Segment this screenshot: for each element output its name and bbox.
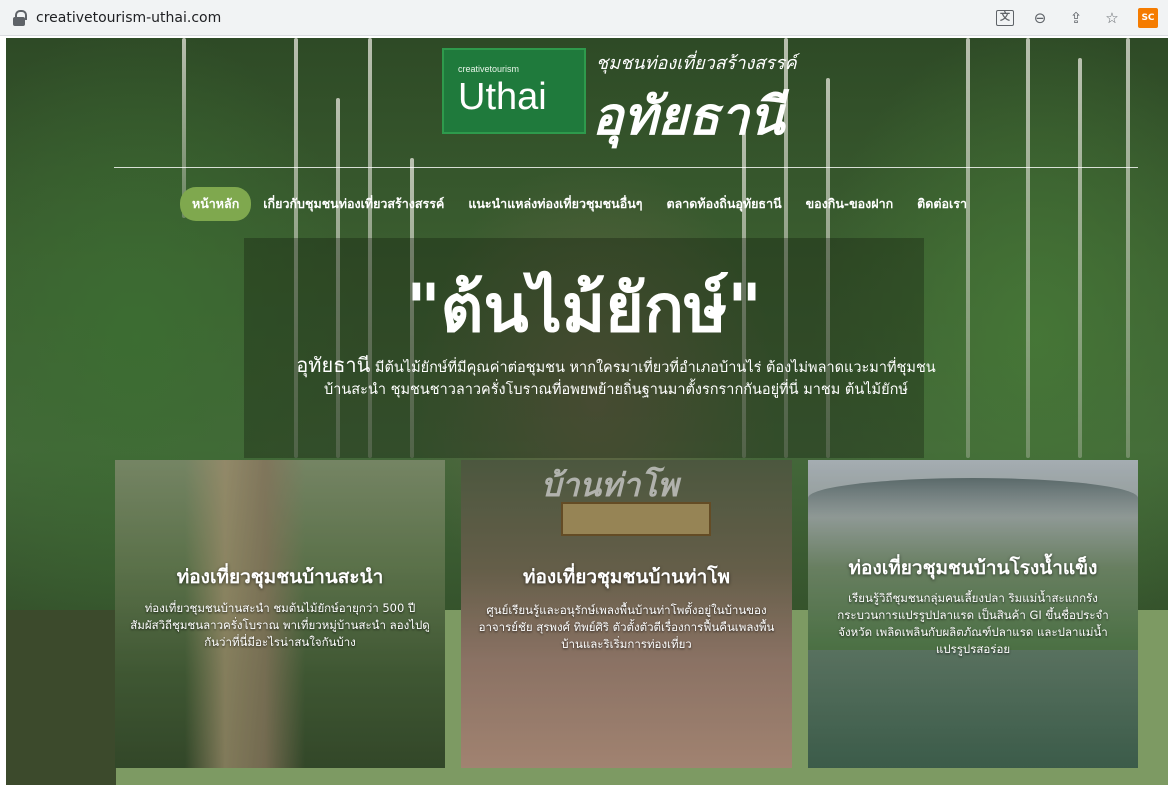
nav-item-food-souvenirs[interactable]: ของกิน-ของฝาก	[794, 187, 906, 221]
nav-item-contact[interactable]: ติดต่อเรา	[905, 187, 979, 221]
site-logo[interactable]: creativetourism Uthai ชุมชนท่องเที่ยวสร้…	[442, 46, 822, 156]
card-description: ท่องเที่ยวชุมชนบ้านสะนำ ชมต้นไม้ยักษ์อาย…	[130, 601, 430, 649]
intro-lead: อุทัยธานี	[296, 353, 371, 377]
intro-text: อุทัยธานี มีต้นไม้ยักษ์ที่มีคุณค่าต่อชุม…	[256, 354, 976, 401]
intro-line-1: มีต้นไม้ยักษ์ที่มีคุณค่าต่อชุมชน หากใครม…	[370, 360, 936, 376]
lock-icon[interactable]	[12, 10, 27, 26]
card-ban-tha-pho[interactable]: บ้านท่าโพ ท่องเที่ยวชุมชนบ้านท่าโพ ศูนย์…	[461, 460, 792, 768]
browser-toolbar: creativetourism-uthai.com 文 ⊖ ⇪ ☆ SC	[0, 0, 1168, 36]
bottom-band-dark	[6, 610, 116, 785]
nav-item-home[interactable]: หน้าหลัก	[180, 187, 252, 221]
card-description: ศูนย์เรียนรู้และอนุรักษ์เพลงพื้นบ้านท่าโ…	[478, 603, 775, 651]
main-nav: หน้าหลัก เกี่ยวกับชุมชนท่องเที่ยวสร้างสร…	[180, 187, 979, 221]
intro-line-2: บ้านสะนำ ชุมชนชาวลาวครั่งโบราณที่อพยพย้า…	[324, 382, 908, 398]
card-title[interactable]: ท่องเที่ยวชุมชนบ้านโรงน้ำแข็ง	[808, 553, 1138, 583]
card-description: เรียนรู้วิถีชุมชนกลุ่มคนเลี้ยงปลา ริมแม่…	[837, 591, 1109, 656]
decorative-trunk	[1126, 38, 1130, 458]
star-icon[interactable]: ☆	[1102, 8, 1122, 28]
address-bar[interactable]: creativetourism-uthai.com	[12, 6, 221, 30]
logo-thai-text: อุทัยธานี	[592, 86, 785, 147]
header-divider	[114, 167, 1138, 168]
decorative-trunk	[1026, 38, 1030, 458]
card-ban-sanam[interactable]: ท่องเที่ยวชุมชนบ้านสะนำ ท่องเที่ยวชุมชนบ…	[115, 460, 445, 768]
nav-item-other-attractions[interactable]: แนะนำแหล่งท่องเที่ยวชุมชนอื่นๆ	[456, 187, 654, 221]
url-text[interactable]: creativetourism-uthai.com	[36, 10, 221, 26]
card-title[interactable]: ท่องเที่ยวชุมชนบ้านท่าโพ	[461, 562, 792, 592]
card-ban-rong-nam-khaeng[interactable]: ท่องเที่ยวชุมชนบ้านโรงน้ำแข็ง เรียนรู้วิ…	[808, 460, 1138, 768]
share-icon[interactable]: ⇪	[1066, 8, 1086, 28]
extension-icon[interactable]: SC	[1138, 8, 1158, 28]
browser-actions: 文 ⊖ ⇪ ☆ SC	[996, 7, 1158, 29]
zoom-icon[interactable]: ⊖	[1030, 8, 1050, 28]
card-title[interactable]: ท่องเที่ยวชุมชนบ้านสะนำ	[115, 562, 445, 592]
logo-tagline: ชุมชนท่องเที่ยวสร้างสรรค์	[596, 53, 797, 74]
logo-box[interactable]: creativetourism Uthai	[442, 48, 586, 134]
nav-item-about[interactable]: เกี่ยวกับชุมชนท่องเที่ยวสร้างสรรค์	[251, 187, 456, 221]
hero-section: creativetourism Uthai ชุมชนท่องเที่ยวสร้…	[6, 38, 1168, 785]
logo-small-text: creativetourism	[458, 64, 520, 74]
logo-big-text: Uthai	[458, 76, 547, 118]
translate-icon[interactable]: 文	[996, 10, 1014, 26]
decorative-trunk	[1078, 58, 1082, 458]
nav-item-local-market[interactable]: ตลาดท้องถิ่นอุทัยธานี	[654, 187, 793, 221]
page-title: "ต้นไม้ยักษ์"	[406, 270, 762, 347]
